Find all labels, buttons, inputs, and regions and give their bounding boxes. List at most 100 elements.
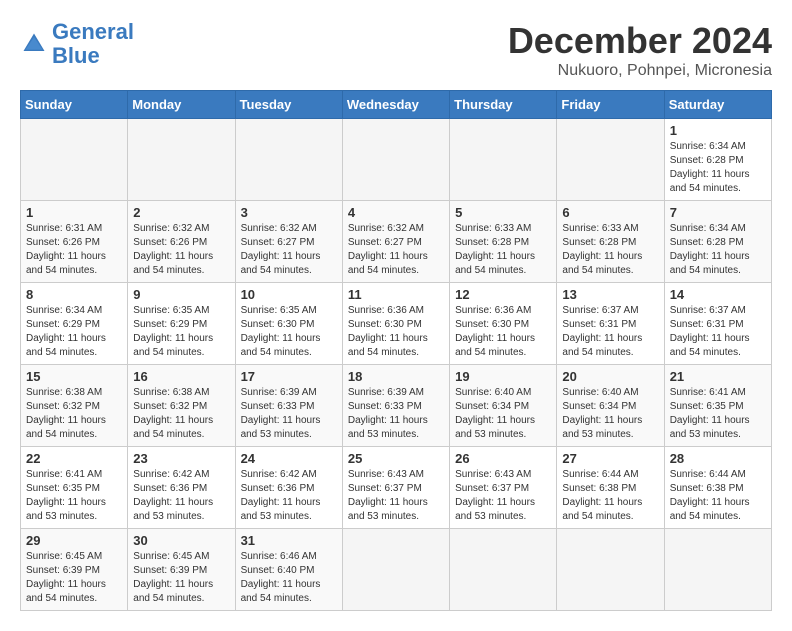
calendar-cell: 1Sunrise: 6:31 AMSunset: 6:26 PMDaylight… <box>21 201 128 283</box>
day-number: 30 <box>133 533 229 548</box>
calendar-cell <box>235 119 342 201</box>
calendar-cell <box>342 529 449 611</box>
day-number: 23 <box>133 451 229 466</box>
calendar-cell: 7 Sunrise: 6:34 AMSunset: 6:28 PMDaylight… <box>664 201 771 283</box>
day-number: 14 <box>670 287 766 302</box>
page-header: General Blue December 2024 Nukuoro, Pohn… <box>20 20 772 80</box>
day-number: 4 <box>348 205 444 220</box>
calendar-cell: 1Sunrise: 6:34 AMSunset: 6:28 PMDaylight… <box>664 119 771 201</box>
week-row-2: 8 Sunrise: 6:34 AMSunset: 6:29 PMDaylight… <box>21 283 772 365</box>
day-number: 8 <box>26 287 122 302</box>
header-thursday: Thursday <box>450 91 557 119</box>
cell-info: Sunrise: 6:32 AMSunset: 6:27 PMDaylight:… <box>348 222 444 278</box>
cell-info: Sunrise: 6:43 AMSunset: 6:37 PMDaylight:… <box>348 468 444 524</box>
day-number: 22 <box>26 451 122 466</box>
header-row: SundayMondayTuesdayWednesdayThursdayFrid… <box>21 91 772 119</box>
header-tuesday: Tuesday <box>235 91 342 119</box>
week-row-0: 1Sunrise: 6:34 AMSunset: 6:28 PMDaylight… <box>21 119 772 201</box>
logo-text: General Blue <box>52 20 134 68</box>
header-wednesday: Wednesday <box>342 91 449 119</box>
location: Nukuoro, Pohnpei, Micronesia <box>508 62 772 80</box>
day-number: 13 <box>562 287 658 302</box>
cell-info: Sunrise: 6:36 AMSunset: 6:30 PMDaylight:… <box>348 304 444 360</box>
calendar-cell: 29 Sunrise: 6:45 AMSunset: 6:39 PMDayligh… <box>21 529 128 611</box>
calendar-cell: 3Sunrise: 6:32 AMSunset: 6:27 PMDaylight… <box>235 201 342 283</box>
day-number: 10 <box>241 287 337 302</box>
day-number: 21 <box>670 369 766 384</box>
calendar-cell: 18 Sunrise: 6:39 AMSunset: 6:33 PMDayligh… <box>342 365 449 447</box>
cell-info: Sunrise: 6:33 AMSunset: 6:28 PMDaylight:… <box>562 222 658 278</box>
day-number: 19 <box>455 369 551 384</box>
day-number: 24 <box>241 451 337 466</box>
calendar-cell <box>342 119 449 201</box>
cell-info: Sunrise: 6:40 AMSunset: 6:34 PMDaylight:… <box>562 386 658 442</box>
cell-info: Sunrise: 6:38 AMSunset: 6:32 PMDaylight:… <box>26 386 122 442</box>
day-number: 16 <box>133 369 229 384</box>
day-number: 7 <box>670 205 766 220</box>
cell-info: Sunrise: 6:41 AMSunset: 6:35 PMDaylight:… <box>26 468 122 524</box>
calendar-cell: 20 Sunrise: 6:40 AMSunset: 6:34 PMDayligh… <box>557 365 664 447</box>
logo-icon <box>20 30 48 58</box>
day-number: 29 <box>26 533 122 548</box>
calendar-cell <box>557 529 664 611</box>
calendar-cell: 28 Sunrise: 6:44 AMSunset: 6:38 PMDayligh… <box>664 447 771 529</box>
calendar-cell: 14 Sunrise: 6:37 AMSunset: 6:31 PMDayligh… <box>664 283 771 365</box>
calendar-cell <box>557 119 664 201</box>
calendar-cell: 25 Sunrise: 6:43 AMSunset: 6:37 PMDayligh… <box>342 447 449 529</box>
calendar-cell: 13 Sunrise: 6:37 AMSunset: 6:31 PMDayligh… <box>557 283 664 365</box>
cell-info: Sunrise: 6:42 AMSunset: 6:36 PMDaylight:… <box>133 468 229 524</box>
calendar-cell: 17Sunrise: 6:39 AMSunset: 6:33 PMDayligh… <box>235 365 342 447</box>
calendar-cell: 8 Sunrise: 6:34 AMSunset: 6:29 PMDaylight… <box>21 283 128 365</box>
day-number: 27 <box>562 451 658 466</box>
calendar-cell <box>128 119 235 201</box>
calendar-cell: 21 Sunrise: 6:41 AMSunset: 6:35 PMDayligh… <box>664 365 771 447</box>
calendar-cell: 11Sunrise: 6:36 AMSunset: 6:30 PMDayligh… <box>342 283 449 365</box>
calendar-cell: 30 Sunrise: 6:45 AMSunset: 6:39 PMDayligh… <box>128 529 235 611</box>
cell-info: Sunrise: 6:39 AMSunset: 6:33 PMDaylight:… <box>348 386 444 442</box>
day-number: 25 <box>348 451 444 466</box>
cell-info: Sunrise: 6:34 AMSunset: 6:29 PMDaylight:… <box>26 304 122 360</box>
cell-info: Sunrise: 6:38 AMSunset: 6:32 PMDaylight:… <box>133 386 229 442</box>
calendar-cell: 15Sunrise: 6:38 AMSunset: 6:32 PMDayligh… <box>21 365 128 447</box>
cell-info: Sunrise: 6:40 AMSunset: 6:34 PMDaylight:… <box>455 386 551 442</box>
calendar-cell <box>450 529 557 611</box>
calendar-cell <box>664 529 771 611</box>
week-row-3: 15Sunrise: 6:38 AMSunset: 6:32 PMDayligh… <box>21 365 772 447</box>
cell-info: Sunrise: 6:41 AMSunset: 6:35 PMDaylight:… <box>670 386 766 442</box>
logo: General Blue <box>20 20 134 68</box>
week-row-5: 29 Sunrise: 6:45 AMSunset: 6:39 PMDayligh… <box>21 529 772 611</box>
cell-info: Sunrise: 6:37 AMSunset: 6:31 PMDaylight:… <box>670 304 766 360</box>
calendar-cell: 26Sunrise: 6:43 AMSunset: 6:37 PMDayligh… <box>450 447 557 529</box>
calendar-cell: 31 Sunrise: 6:46 AMSunset: 6:40 PMDayligh… <box>235 529 342 611</box>
cell-info: Sunrise: 6:36 AMSunset: 6:30 PMDaylight:… <box>455 304 551 360</box>
cell-info: Sunrise: 6:45 AMSunset: 6:39 PMDaylight:… <box>133 550 229 606</box>
day-number: 26 <box>455 451 551 466</box>
cell-info: Sunrise: 6:35 AMSunset: 6:30 PMDaylight:… <box>241 304 337 360</box>
calendar-cell: 12Sunrise: 6:36 AMSunset: 6:30 PMDayligh… <box>450 283 557 365</box>
calendar-cell: 19 Sunrise: 6:40 AMSunset: 6:34 PMDayligh… <box>450 365 557 447</box>
day-number: 31 <box>241 533 337 548</box>
calendar-cell <box>21 119 128 201</box>
cell-info: Sunrise: 6:37 AMSunset: 6:31 PMDaylight:… <box>562 304 658 360</box>
day-number: 28 <box>670 451 766 466</box>
cell-info: Sunrise: 6:44 AMSunset: 6:38 PMDaylight:… <box>670 468 766 524</box>
day-number: 9 <box>133 287 229 302</box>
logo-general: General <box>52 19 134 44</box>
cell-info: Sunrise: 6:34 AMSunset: 6:28 PMDaylight:… <box>670 222 766 278</box>
title-block: December 2024 Nukuoro, Pohnpei, Micrones… <box>508 20 772 80</box>
day-number: 18 <box>348 369 444 384</box>
cell-info: Sunrise: 6:32 AMSunset: 6:27 PMDaylight:… <box>241 222 337 278</box>
calendar-cell: 4 Sunrise: 6:32 AMSunset: 6:27 PMDaylight… <box>342 201 449 283</box>
cell-info: Sunrise: 6:34 AMSunset: 6:28 PMDaylight:… <box>670 140 766 196</box>
calendar-cell: 24 Sunrise: 6:42 AMSunset: 6:36 PMDayligh… <box>235 447 342 529</box>
cell-info: Sunrise: 6:45 AMSunset: 6:39 PMDaylight:… <box>26 550 122 606</box>
cell-info: Sunrise: 6:35 AMSunset: 6:29 PMDaylight:… <box>133 304 229 360</box>
cell-info: Sunrise: 6:46 AMSunset: 6:40 PMDaylight:… <box>241 550 337 606</box>
calendar-cell: 27Sunrise: 6:44 AMSunset: 6:38 PMDayligh… <box>557 447 664 529</box>
cell-info: Sunrise: 6:42 AMSunset: 6:36 PMDaylight:… <box>241 468 337 524</box>
day-number: 5 <box>455 205 551 220</box>
day-number: 2 <box>133 205 229 220</box>
calendar-cell: 10 Sunrise: 6:35 AMSunset: 6:30 PMDayligh… <box>235 283 342 365</box>
calendar-cell: 2Sunrise: 6:32 AMSunset: 6:26 PMDaylight… <box>128 201 235 283</box>
day-number: 20 <box>562 369 658 384</box>
